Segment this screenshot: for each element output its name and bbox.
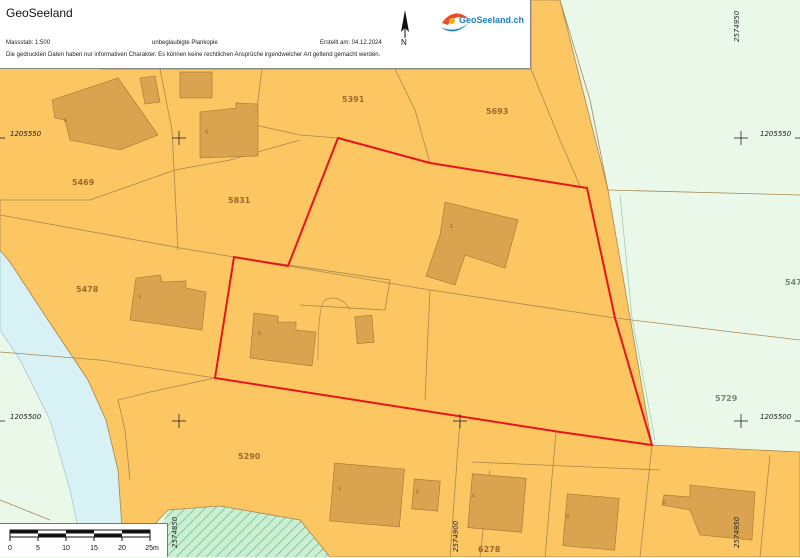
coord-label-x-top: 2574950 xyxy=(733,10,741,42)
scale-tick-label: 5 xyxy=(36,545,40,552)
created-date: Erstellt am: 04.12.2024 xyxy=(320,40,382,46)
building-label: G xyxy=(258,331,261,336)
parcel-label: 5391 xyxy=(342,95,365,104)
logo-text: GeoSeeland.ch xyxy=(459,15,525,25)
coord-label-north-right: 1205550 xyxy=(760,130,792,138)
north-label: N xyxy=(401,38,407,47)
parcel-label: 5290 xyxy=(238,452,261,461)
building-label: G xyxy=(450,224,453,229)
scale-tick-label: 25m xyxy=(145,545,159,552)
parcel-label: 5831 xyxy=(228,196,251,205)
parcel-label: 5729 xyxy=(715,394,738,403)
coord-label-x-left: 2574850 xyxy=(171,516,179,548)
building xyxy=(467,473,527,533)
building xyxy=(199,102,259,159)
coord-label-x-middle: 2574900 xyxy=(452,520,460,552)
building-label: G xyxy=(566,514,569,519)
header-panel: GeoSeeland Massstab: 1:500 unbeglaubigte… xyxy=(0,0,531,69)
coord-label-x-right: 2574950 xyxy=(733,516,741,548)
scale-tick-label: 20 xyxy=(118,545,126,552)
scale-bar: 0 5 10 15 20 25m xyxy=(0,523,168,557)
building-label: G xyxy=(663,500,666,505)
coord-label-north-left: 1205550 xyxy=(10,130,42,138)
building-label: G xyxy=(138,294,141,299)
parcel-label: 5469 xyxy=(72,178,95,187)
parcel-label: 5478 xyxy=(76,285,99,294)
building xyxy=(411,478,441,512)
app-title: GeoSeeland xyxy=(6,6,73,20)
building xyxy=(179,71,213,99)
map-canvas[interactable]: 5391 5693 5469 5831 5478 5290 5729 6278 … xyxy=(0,0,800,557)
scale-tick-label: 0 xyxy=(8,545,12,552)
parcel-label: 6278 xyxy=(478,545,501,554)
coord-label-south-right: 1205500 xyxy=(760,413,792,421)
parcel-label: 5693 xyxy=(486,107,508,116)
plan-note: unbeglaubigte Plankopie xyxy=(152,40,218,46)
scale-tick-label: 15 xyxy=(90,545,98,552)
building-label: G xyxy=(472,493,475,498)
building xyxy=(562,493,620,551)
building-label: G xyxy=(338,486,341,491)
building-label: G xyxy=(64,118,67,123)
building xyxy=(354,314,375,344)
building-label: G xyxy=(205,129,208,134)
parcel-label: 547 xyxy=(785,278,800,287)
coord-label-south-left: 1205500 xyxy=(10,413,42,421)
building xyxy=(329,462,405,528)
scale-tick-label: 10 xyxy=(62,545,70,552)
scale-text: Massstab: 1:500 xyxy=(6,40,51,46)
building-label: G xyxy=(416,489,419,494)
disclaimer: Die gedruckten Daten haben nur informati… xyxy=(6,52,381,58)
